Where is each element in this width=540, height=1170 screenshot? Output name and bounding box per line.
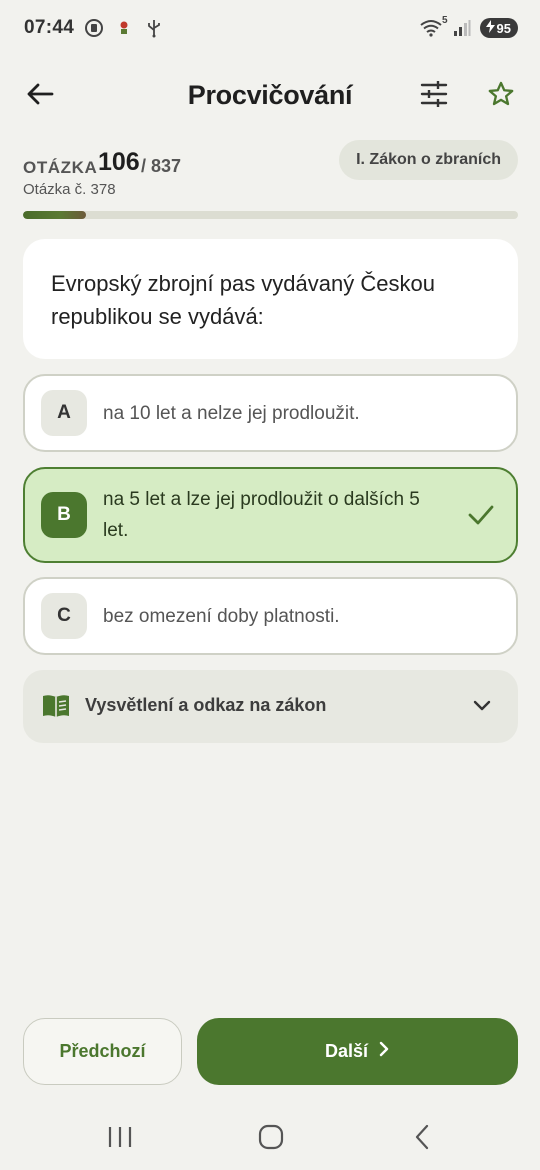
status-time: 07:44 xyxy=(24,17,75,38)
notification-icon xyxy=(114,18,134,38)
question-header: OTÁZKA 106 / 837 Otázka č. 378 I. Zákon … xyxy=(23,140,518,206)
filter-button[interactable] xyxy=(412,78,456,114)
answer-option-c[interactable]: C bez omezení doby platnosti. xyxy=(23,577,518,655)
book-icon xyxy=(41,693,71,719)
answer-option-b[interactable]: B na 5 let a lze jej prodloužit o dalšíc… xyxy=(23,467,518,563)
home-icon[interactable] xyxy=(255,1122,287,1152)
answer-text: na 5 let a lze jej prodloužit o dalších … xyxy=(103,489,420,541)
usb-icon xyxy=(144,18,164,38)
status-left: 07:44 xyxy=(24,17,164,39)
explanation-expander[interactable]: Vysvětlení a odkaz na zákon xyxy=(23,670,518,743)
app-bar: Procvičování xyxy=(0,64,540,128)
answer-option-a[interactable]: A na 10 let a nelze jej prodloužit. xyxy=(23,374,518,452)
check-icon xyxy=(466,500,496,530)
answer-text: na 10 let a nelze jej prodloužit. xyxy=(103,402,360,424)
wifi-label: 5 xyxy=(441,15,448,26)
answer-letter: C xyxy=(41,593,87,639)
answer-letter: A xyxy=(41,390,87,436)
chevron-right-icon xyxy=(378,1041,390,1062)
system-nav-bar xyxy=(0,1108,540,1170)
progress-fill xyxy=(23,211,86,219)
status-right: 5 95 xyxy=(418,15,518,38)
question-card: Evropský zbrojní pas vydávaný Českou rep… xyxy=(23,239,518,359)
recents-icon[interactable] xyxy=(104,1122,136,1152)
battery-level: 95 xyxy=(496,20,511,36)
record-icon xyxy=(84,18,104,38)
answer-letter: B xyxy=(41,492,87,538)
explanation-label: Vysvětlení a odkaz na zákon xyxy=(85,695,327,715)
filter-sliders-icon xyxy=(420,80,448,112)
chapter-chip[interactable]: I. Zákon o zbraních xyxy=(339,140,518,180)
previous-button[interactable]: Předchozí xyxy=(23,1018,182,1085)
chevron-down-icon xyxy=(470,694,494,718)
question-total: / 837 xyxy=(141,156,182,176)
question-number: 106 xyxy=(98,148,140,176)
wifi-icon: 5 xyxy=(418,15,448,38)
progress-bar xyxy=(23,211,518,219)
next-button[interactable]: Další xyxy=(197,1018,518,1085)
page-title: Procvičování xyxy=(187,80,353,110)
next-label: Další xyxy=(324,1041,369,1061)
star-outline-icon xyxy=(487,80,515,113)
question-id: Otázka č. 378 xyxy=(23,181,116,198)
battery-charging-icon xyxy=(485,20,495,36)
answer-text: bez omezení doby platnosti. xyxy=(103,605,340,627)
nav-back-icon[interactable] xyxy=(406,1122,438,1152)
favorite-button[interactable] xyxy=(480,78,522,114)
question-label: OTÁZKA xyxy=(23,158,98,177)
question-text: Evropský zbrojní pas vydávaný Českou rep… xyxy=(51,271,435,329)
battery-indicator: 95 xyxy=(479,18,518,38)
status-bar: 07:44 5 95 xyxy=(0,0,540,56)
signal-icon xyxy=(452,18,472,38)
previous-label: Předchozí xyxy=(59,1041,146,1061)
